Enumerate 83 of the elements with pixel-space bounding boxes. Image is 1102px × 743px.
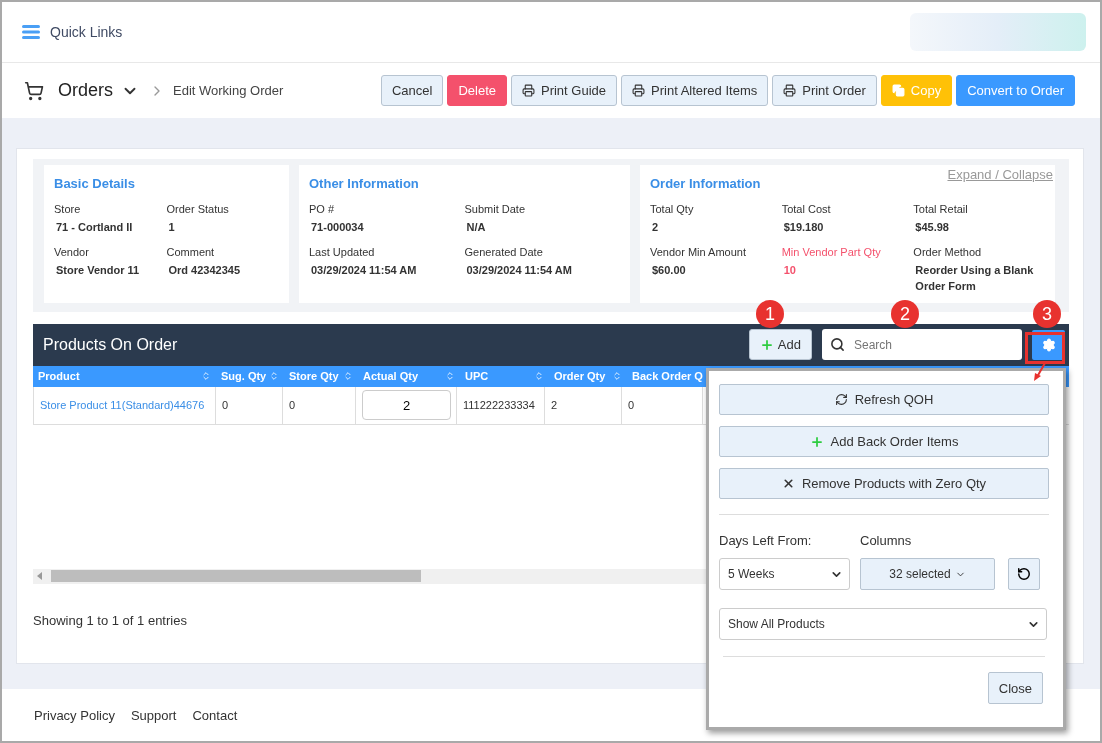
field-value: $60.00 <box>651 262 687 278</box>
refresh-icon <box>834 393 848 406</box>
field-value: Reorder Using a Blank Order Form <box>914 262 1035 294</box>
footer-link[interactable]: Contact <box>192 707 238 723</box>
field-label: Order Method <box>913 245 983 258</box>
panel-title: Basic Details <box>54 176 136 191</box>
reset-icon <box>1017 567 1031 581</box>
action-button[interactable]: Refresh QOH <box>719 384 1049 415</box>
toolbar-button[interactable]: Print Guide <box>510 75 617 106</box>
field-value: 03/29/2024 11:54 AM <box>465 262 573 278</box>
menu-icon[interactable] <box>22 25 40 39</box>
field-value: 1 <box>167 220 176 235</box>
printer-icon <box>632 84 645 97</box>
qty-input[interactable]: 2 <box>362 390 451 420</box>
field-label: Total Retail <box>913 203 969 215</box>
field-label: Columns <box>860 533 913 548</box>
page-title: Orders <box>58 80 113 101</box>
columns-dropdown[interactable]: 32 selected <box>860 558 995 590</box>
table-cell: 0 <box>289 399 296 411</box>
scroll-left-icon[interactable] <box>37 572 43 580</box>
field-label: Vendor Min Amount <box>650 245 747 258</box>
field-value: 2 <box>651 220 660 235</box>
product-link[interactable]: Store Product 11(Standard)44676 <box>40 399 205 411</box>
field-value: $45.98 <box>914 220 950 235</box>
sort-icon[interactable] <box>445 371 455 381</box>
panel-title: Other Information <box>309 176 420 191</box>
copy-icon <box>891 84 905 97</box>
pointer-arrow <box>1032 362 1048 382</box>
toolbar-button[interactable]: Print Altered Items <box>621 75 769 106</box>
field-label: Days Left From: <box>719 533 813 548</box>
toolbar-button[interactable]: Print Order <box>772 75 877 106</box>
field-label: Generated Date <box>464 245 544 258</box>
toolbar-button[interactable]: Cancel <box>380 75 444 106</box>
field-label: Vendor <box>54 245 90 258</box>
table-cell: 0 <box>628 399 635 411</box>
filter-select[interactable]: Show All Products <box>719 608 1047 640</box>
field-label: Min Vendor Part Qty <box>781 245 882 258</box>
field-value: 71 - Cortland II <box>55 220 134 235</box>
field-value: 10 <box>782 262 797 278</box>
sort-icon[interactable] <box>343 371 353 381</box>
field-value: $19.180 <box>782 220 825 235</box>
sort-icon[interactable] <box>201 371 211 381</box>
highlight-box <box>1025 332 1065 364</box>
table-cell: 111222233334 <box>463 399 535 411</box>
table-cell: 2 <box>551 399 558 411</box>
close-button[interactable]: Close <box>987 672 1043 704</box>
printer-icon <box>521 84 535 97</box>
footer-link[interactable]: Privacy Policy <box>34 707 115 723</box>
field-value: Store Vendor 11 <box>55 262 141 278</box>
plus-icon <box>809 434 824 449</box>
field-label: Last Updated <box>309 245 376 258</box>
settings-icon <box>1041 337 1056 352</box>
sort-icon[interactable] <box>612 371 622 381</box>
field-value: 03/29/2024 11:54 AM <box>310 262 418 278</box>
field-label: Comment <box>166 245 216 258</box>
action-button[interactable]: Remove Products with Zero Qty <box>719 468 1049 499</box>
sort-icon[interactable] <box>534 371 544 381</box>
printer-icon <box>783 84 797 97</box>
search-field[interactable]: Search <box>822 329 1022 360</box>
entries-info: Showing 1 to 1 of 1 entries <box>33 612 187 628</box>
field-label: Store <box>54 203 82 215</box>
search-icon <box>830 337 845 352</box>
table-cell: 0 <box>222 399 229 411</box>
days-left-select[interactable]: 5 Weeks <box>719 558 850 590</box>
sort-icon[interactable] <box>269 371 279 381</box>
cart-icon <box>24 80 44 101</box>
field-value: N/A <box>465 220 487 235</box>
field-label: Order Status <box>166 203 230 215</box>
field-label: Total Qty <box>650 203 695 215</box>
close-icon <box>781 477 795 490</box>
reset-button[interactable] <box>1008 558 1040 590</box>
field-value: Ord 42342345 <box>167 262 242 278</box>
action-button[interactable]: Add Back Order Items <box>719 426 1049 457</box>
plus-icon <box>759 337 774 352</box>
quick-links-label[interactable]: Quick Links <box>50 24 123 40</box>
field-value: 71-000034 <box>310 220 365 235</box>
section-title: Products On Order <box>43 335 178 354</box>
add-button[interactable]: Add <box>748 329 812 360</box>
breadcrumb: Edit Working Order <box>173 83 284 98</box>
field-label: PO # <box>309 203 336 215</box>
field-label: Total Cost <box>781 203 832 215</box>
field-label: Submit Date <box>464 203 527 215</box>
footer-link[interactable]: Support <box>130 707 177 723</box>
